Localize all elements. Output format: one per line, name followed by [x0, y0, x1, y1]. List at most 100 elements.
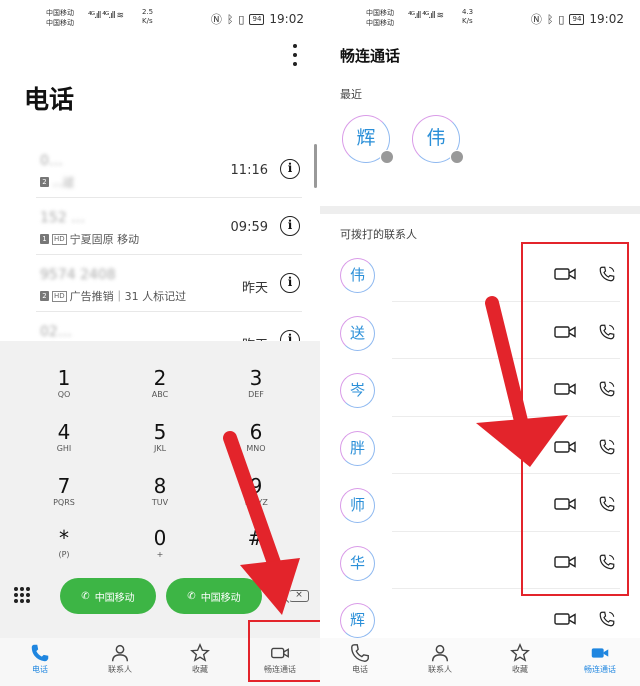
key-letters: + — [156, 550, 164, 559]
recent-contact-avatar[interactable]: 辉 — [342, 115, 394, 164]
dial-key-4[interactable]: 4 GHI — [16, 421, 112, 473]
call-detail: 2 HD 广告推销｜31 人标记过 — [40, 288, 186, 304]
info-icon[interactable]: i — [280, 159, 300, 179]
callable-contacts-label: 可拨打的联系人 — [340, 228, 417, 241]
bottom-tab-bar: 电话 联系人 收藏 畅连通话 — [320, 638, 640, 686]
key-digit: 0 — [153, 526, 167, 550]
status-right: Ⓝ ᛒ ▯ 94 19:02 — [531, 11, 624, 27]
tab-label: 电话 — [32, 665, 48, 674]
scrollbar[interactable] — [314, 144, 317, 188]
info-icon[interactable]: i — [280, 216, 300, 236]
call-description: …过 — [52, 176, 74, 189]
avatar-initial: 师 — [349, 496, 365, 514]
call-log-row[interactable]: 152 … 1 HD 宁夏固原 移动 09:59 i — [36, 198, 302, 255]
phone-icon — [31, 644, 49, 662]
dial-key-1[interactable]: 1 QO — [16, 367, 112, 419]
carrier-name-2: 中国移动 — [46, 19, 74, 27]
more-options-icon[interactable] — [290, 44, 300, 66]
dial-key-3[interactable]: 3 DEF — [208, 367, 304, 419]
key-letters: (P) — [58, 550, 70, 559]
contact-avatar[interactable]: 岑 — [340, 373, 375, 408]
dial-key-0[interactable]: 0 + — [112, 527, 208, 579]
bluetooth-icon: ᛒ — [546, 12, 554, 26]
dial-key-7[interactable]: 7 PQRS — [16, 475, 112, 527]
page-title: 电话 — [24, 85, 75, 114]
clock: 19:02 — [589, 12, 624, 26]
key-letters: QO — [57, 390, 71, 399]
network-rate: 2.5 K/s — [142, 8, 153, 26]
key-letters: DEF — [248, 390, 264, 399]
network-rate-unit: K/s — [142, 17, 153, 25]
avatar-initial: 伟 — [426, 127, 446, 149]
clock: 19:02 — [269, 12, 304, 26]
network-rate-unit: K/s — [462, 17, 473, 25]
tab-changlian-call[interactable]: 畅连通话 — [560, 638, 640, 686]
status-bar: 中国移动 中国移动 ⁴ᴳ.ıll ⁴ᴳ.ıll ≋ 4.3 K/s Ⓝ ᛒ ▯ … — [320, 6, 640, 30]
call-time: 09:59 — [230, 220, 268, 235]
key-digit: 8 — [153, 474, 167, 498]
tab-label: 联系人 — [108, 665, 132, 674]
tab-contacts[interactable]: 联系人 — [400, 638, 480, 686]
recent-section-label: 最近 — [340, 88, 362, 101]
avatar-initial: 华 — [349, 553, 365, 572]
sim-icon: 2 — [40, 291, 49, 301]
network-rate: 4.3 K/s — [462, 8, 473, 26]
phone-icon — [351, 644, 369, 662]
bluetooth-icon: ᛒ — [226, 12, 234, 26]
tab-phone[interactable]: 电话 — [0, 638, 80, 686]
carrier-name-1: 中国移动 — [46, 9, 74, 17]
call-sim1-button[interactable]: ✆ 中国移动 — [60, 578, 156, 614]
call-number: 02… — [40, 324, 72, 340]
dial-key-8[interactable]: 8 TUV — [112, 475, 208, 527]
key-digit: 1 — [57, 366, 71, 390]
dial-key-star[interactable]: * (P) — [16, 527, 112, 579]
tab-contacts[interactable]: 联系人 — [80, 638, 160, 686]
dialpad-toggle-icon[interactable] — [14, 587, 30, 603]
phone-sim1-icon: ✆ — [81, 590, 90, 602]
arrow-annotation — [476, 296, 568, 467]
call-log-row[interactable]: 0… 2 …过 11:16 i — [36, 141, 302, 198]
star-icon — [510, 643, 530, 662]
dial-key-5[interactable]: 5 JKL — [112, 421, 208, 473]
avatar-initial: 辉 — [349, 611, 365, 629]
contacts-icon — [111, 644, 129, 662]
key-digit: * — [59, 526, 69, 550]
contact-avatar[interactable]: 辉 — [340, 603, 375, 638]
nfc-icon: Ⓝ — [530, 13, 542, 26]
phone-sim2-icon: ✆ — [187, 590, 196, 602]
tab-phone[interactable]: 电话 — [320, 638, 400, 686]
call-button-label: 中国移动 — [94, 592, 135, 604]
changlian-screen: 中国移动 中国移动 ⁴ᴳ.ıll ⁴ᴳ.ıll ≋ 4.3 K/s Ⓝ ᛒ ▯ … — [320, 0, 640, 686]
key-digit: 7 — [57, 474, 71, 498]
contact-avatar[interactable]: 伟 — [340, 258, 375, 293]
tab-label: 联系人 — [428, 665, 452, 674]
dial-key-2[interactable]: 2 ABC — [112, 367, 208, 419]
status-right: Ⓝ ᛒ ▯ 94 19:02 — [211, 11, 304, 27]
avatar-initial: 送 — [349, 323, 365, 342]
info-icon[interactable]: i — [280, 273, 300, 293]
call-detail: 2 …过 — [40, 174, 74, 190]
signal-icon: ⁴ᴳ.ıll ⁴ᴳ.ıll ≋ — [88, 11, 124, 21]
video-call-icon[interactable] — [554, 612, 576, 626]
contact-avatar[interactable]: 送 — [340, 315, 375, 351]
call-log-list: 0… 2 …过 11:16 i 152 … 1 HD 宁夏固原 移动 09:59… — [36, 141, 302, 369]
contact-avatar[interactable]: 华 — [340, 545, 375, 581]
call-number: 0… — [40, 153, 63, 169]
status-bar: 中国移动 中国移动 ⁴ᴳ.ıll ⁴ᴳ.ıll ≋ 2.5 K/s Ⓝ ᛒ ▯ … — [0, 6, 320, 30]
tab-favorites[interactable]: 收藏 — [480, 638, 560, 686]
contact-avatar[interactable]: 胖 — [340, 430, 375, 466]
contact-avatar[interactable]: 师 — [340, 488, 375, 523]
hd-icon: HD — [52, 233, 67, 245]
call-number: 152 … — [40, 210, 86, 226]
key-digit: 2 — [153, 366, 167, 390]
voice-call-icon[interactable] — [598, 610, 616, 628]
call-log-row[interactable]: 9574 2408 2 HD 广告推销｜31 人标记过 昨天 i — [36, 255, 302, 312]
tab-label: 畅连通话 — [584, 665, 616, 674]
vibrate-icon: ▯ — [238, 12, 245, 26]
battery-icon: 94 — [249, 13, 265, 25]
signal-icon: ⁴ᴳ.ıll ⁴ᴳ.ıll ≋ — [408, 11, 444, 21]
recent-contact-avatar[interactable]: 伟 — [412, 115, 464, 164]
key-letters: TUV — [151, 498, 169, 507]
tab-favorites[interactable]: 收藏 — [160, 638, 240, 686]
key-letters: ABC — [151, 390, 169, 399]
